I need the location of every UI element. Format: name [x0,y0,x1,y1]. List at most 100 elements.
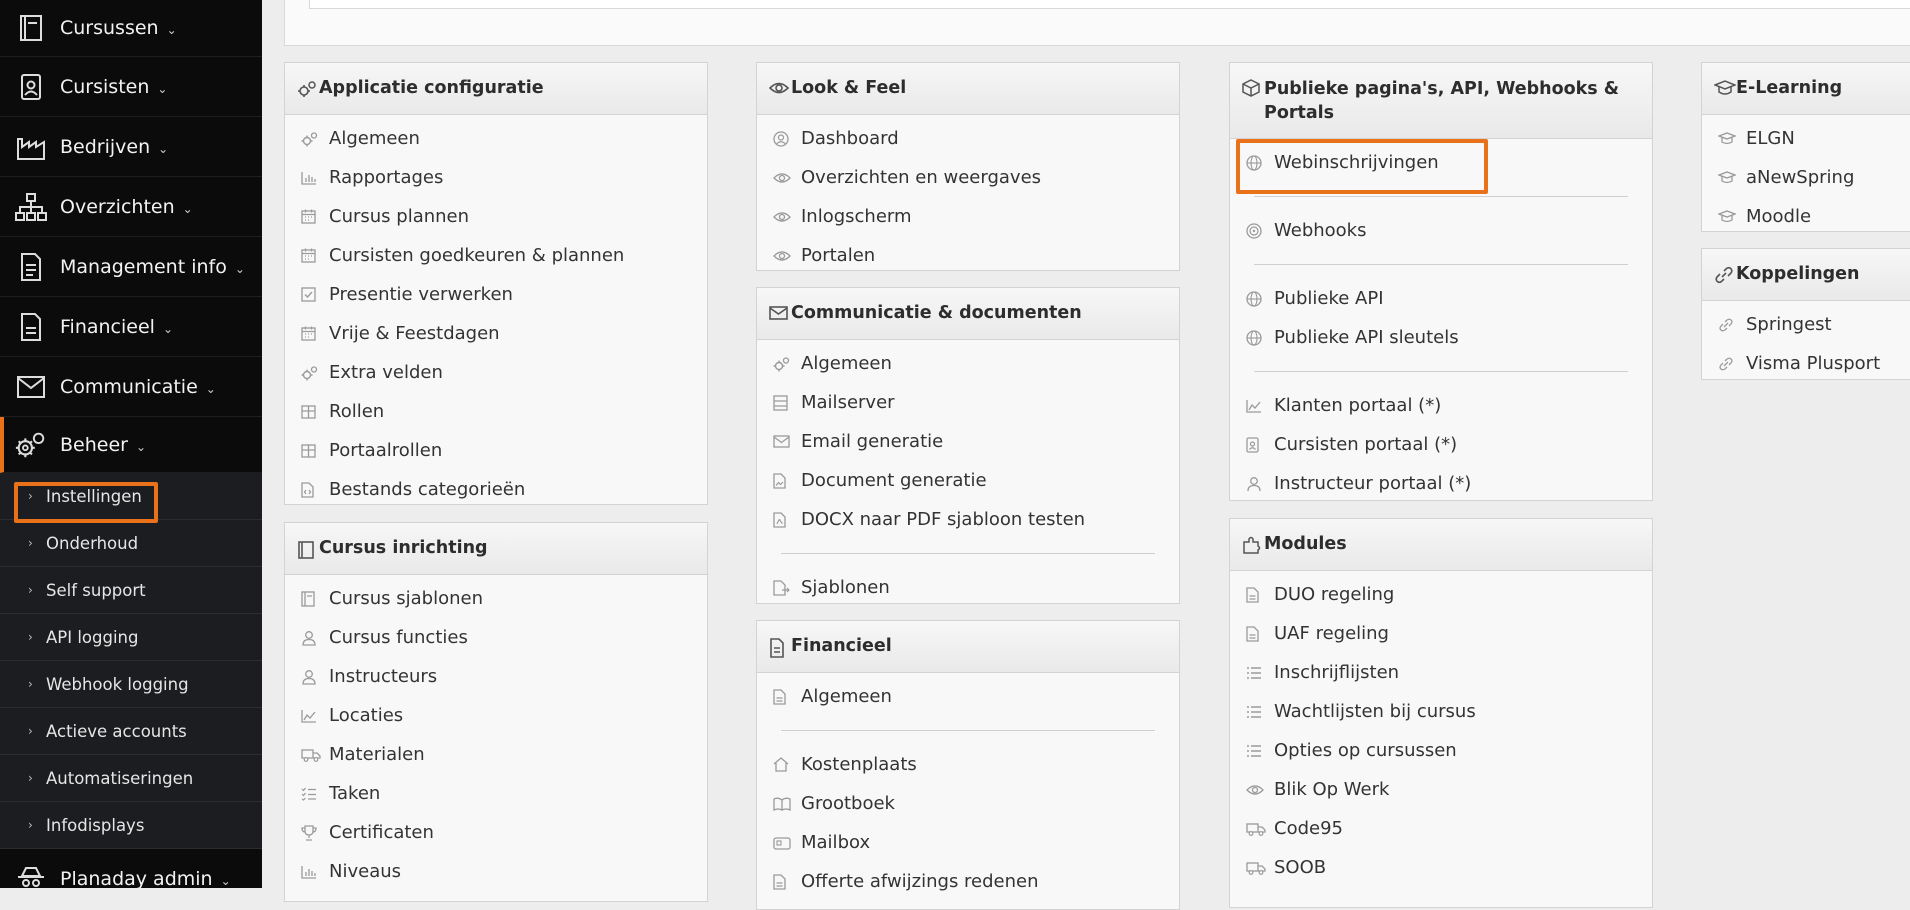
link-sjablonen[interactable]: Sjablonen [757,568,1179,607]
chevron-right-icon: › [28,677,33,691]
link-instructeur-portaal[interactable]: Instructeur portaal (*) [1230,464,1652,503]
submenu-item-webhook-logging[interactable]: › Webhook logging [0,661,262,708]
link-webhooks[interactable]: Webhooks [1230,211,1652,250]
link-soob[interactable]: SOOB [1230,848,1652,887]
link-rollen[interactable]: Rollen [285,392,707,431]
file-icon [1246,625,1270,642]
link-locaties[interactable]: Locaties [285,696,707,735]
link-webinschrijvingen[interactable]: Webinschrijvingen [1230,143,1652,182]
link-extra-velden[interactable]: Extra velden [285,353,707,392]
submenu-label: Self support [46,580,146,600]
submenu-item-self-support[interactable]: › Self support [0,567,262,614]
link-document-generatie[interactable]: Document generatie [757,461,1179,500]
link-email-generatie[interactable]: Email generatie [757,422,1179,461]
submenu-label: Instellingen [46,486,142,506]
submenu-item-instellingen[interactable]: › Instellingen [0,473,262,520]
link-kostenplaats[interactable]: Kostenplaats [757,745,1179,784]
chevron-right-icon: › [28,630,33,644]
submenu-item-automatiseringen[interactable]: › Automatiseringen [0,755,262,802]
link-cursus-functies[interactable]: Cursus functies [285,618,707,657]
divider [1254,264,1628,265]
link-presentie-verwerken[interactable]: Presentie verwerken [285,275,707,314]
menu-item-beheer[interactable]: Beheer ⌄ [0,417,262,473]
link-algemeen[interactable]: Algemeen [757,344,1179,383]
link-moodle[interactable]: Moodle [1702,197,1910,236]
menu-item-overzichten[interactable]: Overzichten ⌄ [0,177,262,237]
link-portalen[interactable]: Portalen [757,236,1179,275]
link-certificaten[interactable]: Certificaten [285,813,707,852]
link-uaf-regeling[interactable]: UAF regeling [1230,614,1652,653]
link-cursus-sjablonen[interactable]: Cursus sjablonen [285,579,707,618]
link-algemeen[interactable]: Algemeen [757,677,1179,716]
link-visma-plusport[interactable]: Visma Plusport [1702,344,1910,383]
link-blik-op-werk[interactable]: Blik Op Werk [1230,770,1652,809]
link-rapportages[interactable]: Rapportages [285,158,707,197]
submenu-item-infodisplays[interactable]: › Infodisplays [0,802,262,849]
top-search-area [284,0,1910,46]
link-inschrijflijsten[interactable]: Inschrijflijsten [1230,653,1652,692]
link-offerte-afwijzings-redenen[interactable]: Offerte afwijzings redenen [757,862,1179,901]
panel-e-learning: E-Learning ELGN aNewSpring Moodle [1701,62,1910,232]
submenu-item-api-logging[interactable]: › API logging [0,614,262,661]
beheer-submenu: › Instellingen › Onderhoud › Self support ›… [0,473,262,849]
link-label: Instructeurs [329,666,438,687]
menu-item-cursussen[interactable]: Cursussen ⌄ [0,0,262,57]
menu-item-bedrijven[interactable]: Bedrijven ⌄ [0,117,262,177]
link-instructeurs[interactable]: Instructeurs [285,657,707,696]
submenu-item-actieve-accounts[interactable]: › Actieve accounts [0,708,262,755]
cogs-icon [14,428,48,462]
link-label: Code95 [1274,818,1343,839]
link-vrije-feestdagen[interactable]: Vrije & Feestdagen [285,314,707,353]
link-mailbox[interactable]: Mailbox [757,823,1179,862]
user-circle-icon [773,130,797,147]
link-opties-op-cursussen[interactable]: Opties op cursussen [1230,731,1652,770]
link-mailserver[interactable]: Mailserver [757,383,1179,422]
link-publieke-api[interactable]: Publieke API [1230,279,1652,318]
link-cursisten-goedkeuren-plannen[interactable]: Cursisten goedkeuren & plannen [285,236,707,275]
link-cursus-plannen[interactable]: Cursus plannen [285,197,707,236]
file-icon [1246,586,1270,603]
graduation-cap-icon [1718,171,1742,184]
link-bestands-categorie-n[interactable]: Bestands categorieën [285,470,707,509]
menu-item-management-info[interactable]: Management info ⌄ [0,237,262,297]
link-springest[interactable]: Springest [1702,305,1910,344]
chevron-down-icon: ⌄ [166,23,177,37]
link-cursisten-portaal[interactable]: Cursisten portaal (*) [1230,425,1652,464]
file-icon [773,873,797,890]
link-label: Rollen [329,401,385,422]
menu-item-financieel[interactable]: Financieel ⌄ [0,297,262,357]
link-grootboek[interactable]: Grootboek [757,784,1179,823]
link-algemeen[interactable]: Algemeen [285,119,707,158]
menu-label: Overzichten [60,195,175,218]
file-icon [773,688,797,705]
link-materialen[interactable]: Materialen [285,735,707,774]
link-duo-regeling[interactable]: DUO regeling [1230,575,1652,614]
menu-item-planaday-admin[interactable]: Planaday admin ⌄ [0,849,262,888]
menu-label: Bedrijven [60,135,151,158]
link-overzichten-en-weergaves[interactable]: Overzichten en weergaves [757,158,1179,197]
envelope-icon [769,305,791,321]
link-anewspring[interactable]: aNewSpring [1702,158,1910,197]
submenu-item-onderhoud[interactable]: › Onderhoud [0,520,262,567]
table-icon [301,404,325,419]
link-niveaus[interactable]: Niveaus [285,852,707,891]
link-klanten-portaal[interactable]: Klanten portaal (*) [1230,386,1652,425]
panel-title: Look & Feel [791,78,907,98]
menu-item-cursisten[interactable]: Cursisten ⌄ [0,57,262,117]
calendar-icon [301,209,325,224]
link-wachtlijsten-bij-cursus[interactable]: Wachtlijsten bij cursus [1230,692,1652,731]
link-dashboard[interactable]: Dashboard [757,119,1179,158]
link-elgn[interactable]: ELGN [1702,119,1910,158]
panel-cursus-inrichting: Cursus inrichting Cursus sjablonen Cursus… [284,522,708,902]
link-portaalrollen[interactable]: Portaalrollen [285,431,707,470]
chevron-down-icon: ⌄ [205,381,216,396]
link-code95[interactable]: Code95 [1230,809,1652,848]
link-docx-naar-pdf-sjabloon-testen[interactable]: DOCX naar PDF sjabloon testen [757,500,1179,539]
link-label: Blik Op Werk [1274,779,1390,800]
graduation-cap-icon [1718,210,1742,223]
link-inlogscherm[interactable]: Inlogscherm [757,197,1179,236]
menu-item-communicatie[interactable]: Communicatie ⌄ [0,357,262,417]
link-publieke-api-sleutels[interactable]: Publieke API sleutels [1230,318,1652,357]
link-taken[interactable]: Taken [285,774,707,813]
file-code-icon [301,481,325,498]
